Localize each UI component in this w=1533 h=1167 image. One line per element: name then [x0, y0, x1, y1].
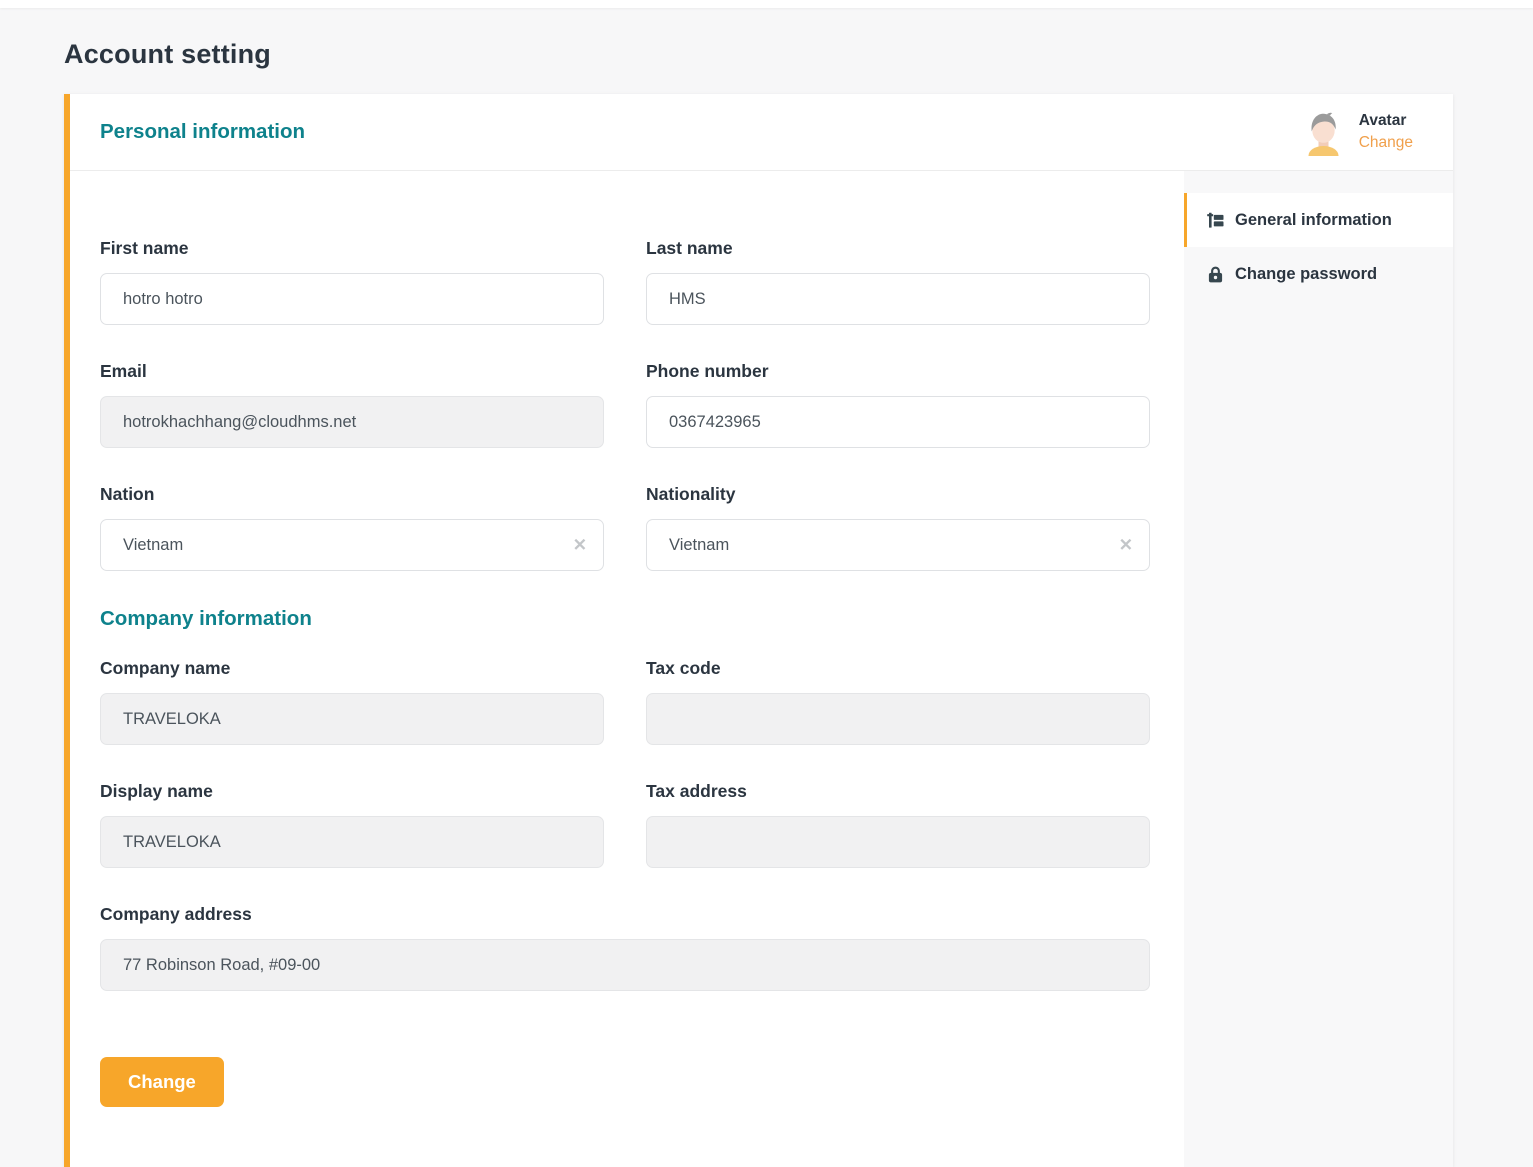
field-email: Email [100, 361, 604, 448]
avatar-labels: Avatar Change [1359, 112, 1413, 152]
lock-icon [1206, 265, 1225, 284]
field-first-name: First name [100, 238, 604, 325]
avatar-label: Avatar [1359, 112, 1413, 130]
tree-icon [1206, 211, 1225, 230]
display-name-label: Display name [100, 781, 604, 802]
page-title: Account setting [64, 38, 1533, 70]
tax-code-input [646, 693, 1150, 745]
tax-address-label: Tax address [646, 781, 1150, 802]
field-nation: Nation ✕ [100, 484, 604, 571]
field-company-address: Company address [100, 904, 1150, 991]
form-area: First name Last name Email [70, 171, 1184, 1167]
sidebar-item-label: Change password [1235, 265, 1377, 284]
last-name-label: Last name [646, 238, 1150, 259]
field-display-name: Display name [100, 781, 604, 868]
company-address-label: Company address [100, 904, 1150, 925]
phone-number-label: Phone number [646, 361, 1150, 382]
sidebar-item-general-information[interactable]: General information [1184, 193, 1453, 247]
clear-icon[interactable]: ✕ [573, 537, 587, 554]
nation-input[interactable] [100, 519, 604, 571]
account-settings-card: Personal information Avatar Change [64, 94, 1453, 1167]
first-name-label: First name [100, 238, 604, 259]
company-information-title: Company information [100, 607, 1150, 631]
change-button[interactable]: Change [100, 1057, 224, 1107]
field-phone-number: Phone number [646, 361, 1150, 448]
company-address-input [100, 939, 1150, 991]
phone-number-input[interactable] [646, 396, 1150, 448]
card-header: Personal information Avatar Change [70, 94, 1453, 171]
company-fields-grid: Company name Tax code Display name [100, 658, 1150, 1027]
personal-fields-grid: First name Last name Email [100, 238, 1150, 607]
nationality-label: Nationality [646, 484, 1150, 505]
display-name-input [100, 816, 604, 868]
personal-information-title: Personal information [100, 120, 305, 144]
nation-label: Nation [100, 484, 604, 505]
card-body: First name Last name Email [70, 171, 1453, 1167]
topbar-edge [0, 0, 1533, 8]
sidebar-item-label: General information [1235, 211, 1392, 230]
field-company-name: Company name [100, 658, 604, 745]
nationality-input[interactable] [646, 519, 1150, 571]
field-nationality: Nationality ✕ [646, 484, 1150, 571]
company-name-input [100, 693, 604, 745]
avatar-block: Avatar Change [1303, 109, 1413, 156]
clear-icon[interactable]: ✕ [1119, 537, 1133, 554]
sidebar-item-change-password[interactable]: Change password [1184, 247, 1453, 301]
tax-code-label: Tax code [646, 658, 1150, 679]
company-name-label: Company name [100, 658, 604, 679]
field-tax-address: Tax address [646, 781, 1150, 868]
last-name-input[interactable] [646, 273, 1150, 325]
field-tax-code: Tax code [646, 658, 1150, 745]
field-last-name: Last name [646, 238, 1150, 325]
avatar-change-link[interactable]: Change [1359, 134, 1413, 152]
email-input [100, 396, 604, 448]
settings-sidebar: General information Change password [1184, 171, 1453, 1167]
tax-address-input [646, 816, 1150, 868]
avatar [1303, 109, 1343, 156]
email-label: Email [100, 361, 604, 382]
first-name-input[interactable] [100, 273, 604, 325]
